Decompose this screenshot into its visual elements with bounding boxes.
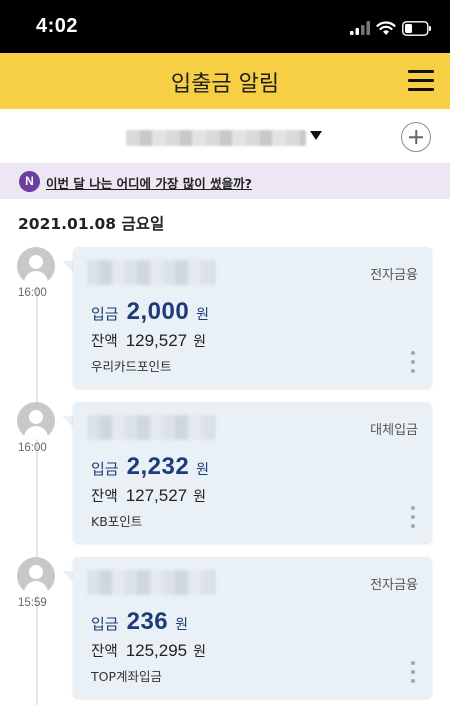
avatar [17, 247, 55, 285]
deposit-row: 입금 2,000 원 [91, 298, 209, 326]
balance-label: 잔액 [91, 334, 118, 350]
deposit-row: 입금 2,232 원 [91, 453, 209, 481]
deposit-unit: 원 [196, 307, 210, 323]
hamburger-menu-icon[interactable] [408, 70, 434, 92]
balance-label: 잔액 [91, 644, 118, 660]
deposit-amount: 2,232 [126, 453, 190, 480]
balance-row: 잔액 125,295 원 [91, 640, 206, 661]
balance-unit: 원 [193, 644, 207, 660]
entry-time: 16:00 [18, 287, 47, 299]
avatar [17, 402, 55, 440]
more-options-icon[interactable] [410, 661, 416, 683]
transaction-memo: TOP계좌입금 [91, 669, 163, 684]
sender-name-redacted [87, 260, 215, 285]
deposit-label: 입금 [91, 305, 119, 323]
caret-down-icon[interactable] [310, 131, 322, 140]
balance-row: 잔액 127,527 원 [91, 485, 206, 506]
transaction-category: 대체입금 [370, 423, 418, 438]
entry-time: 15:59 [18, 597, 47, 609]
transaction-card[interactable]: 전자금융 입금 236 원 잔액 125,295 원 TOP계좌입금 [73, 557, 432, 698]
transaction-entry: 16:00 전자금융 입금 2,000 원 잔액 129,527 원 우리카드포… [0, 247, 450, 392]
status-time: 4:02 [36, 15, 79, 37]
status-icons [350, 18, 432, 38]
deposit-label: 입금 [91, 460, 119, 478]
deposit-amount: 236 [126, 608, 169, 635]
balance-label: 잔액 [91, 489, 118, 505]
account-selector-bar [0, 109, 450, 164]
new-badge: N [19, 171, 40, 192]
deposit-label: 입금 [91, 615, 119, 633]
notice-banner[interactable]: N 이번 달 나는 어디에 가장 많이 썼을까? [0, 164, 450, 199]
balance-row: 잔액 129,527 원 [91, 330, 206, 351]
entry-time: 16:00 [18, 442, 47, 454]
battery-icon [402, 20, 431, 36]
deposit-amount: 2,000 [126, 298, 190, 325]
transaction-card[interactable]: 전자금융 입금 2,000 원 잔액 129,527 원 우리카드포인트 [73, 247, 432, 388]
deposit-unit: 원 [175, 617, 189, 633]
wifi-icon [376, 20, 396, 35]
deposit-unit: 원 [196, 462, 210, 478]
balance-amount: 129,527 [125, 331, 188, 350]
transaction-memo: KB포인트 [91, 514, 143, 529]
account-number-redacted[interactable] [126, 130, 306, 146]
date-heading: 2021.01.08 금요일 [18, 215, 165, 233]
avatar [17, 557, 55, 595]
add-account-button[interactable] [401, 122, 431, 152]
balance-amount: 127,527 [125, 486, 188, 505]
transaction-category: 전자금융 [370, 268, 418, 283]
more-options-icon[interactable] [410, 506, 416, 528]
sender-name-redacted [87, 570, 215, 595]
cellular-signal-icon [350, 21, 370, 35]
balance-unit: 원 [193, 489, 207, 505]
transaction-memo: 우리카드포인트 [91, 359, 172, 374]
transaction-card[interactable]: 대체입금 입금 2,232 원 잔액 127,527 원 KB포인트 [73, 402, 432, 543]
page-title: 입출금 알림 [170, 72, 280, 97]
transaction-category: 전자금융 [370, 578, 418, 593]
app-header: 입출금 알림 [0, 53, 450, 109]
notice-link[interactable]: 이번 달 나는 어디에 가장 많이 썼을까? [46, 173, 252, 192]
balance-unit: 원 [193, 334, 207, 350]
deposit-row: 입금 236 원 [91, 608, 188, 636]
status-bar: 4:02 [0, 0, 450, 53]
transaction-entry: 16:00 대체입금 입금 2,232 원 잔액 127,527 원 KB포인트 [0, 402, 450, 547]
sender-name-redacted [87, 415, 215, 440]
transaction-entry: 15:59 전자금융 입금 236 원 잔액 125,295 원 TOP계좌입금 [0, 557, 450, 702]
balance-amount: 125,295 [125, 641, 188, 660]
more-options-icon[interactable] [410, 351, 416, 373]
